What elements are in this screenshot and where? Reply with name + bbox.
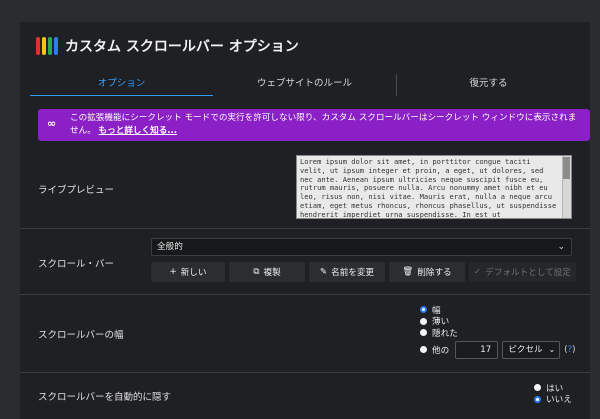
copy-icon: ⧉ [253,267,260,277]
incognito-notice: ∞ この拡張機能にシークレット モードでの実行を許可しない限り、カスタム スクロ… [38,109,590,141]
check-icon: ✓ [474,267,482,277]
width-option-label: 隠れた [432,328,458,339]
chevron-down-icon: ⌄ [548,344,556,354]
autohide-options: はい いいえ [534,382,572,405]
scrollbar-label: スクロール・バー [38,259,115,270]
rename-button-label: 名前を変更 [331,268,375,278]
radio-selected-icon [534,395,541,403]
duplicate-button[interactable]: ⧉ 複製 [229,262,305,282]
width-option-default[interactable]: 幅 [420,304,575,316]
radio-icon [534,384,541,391]
set-default-button[interactable]: ✓ デフォルトとして設定 [469,262,576,282]
app-logo-icon [36,37,58,55]
autohide-option-no[interactable]: いいえ [534,394,572,405]
infinity-icon: ∞ [47,117,57,130]
options-panel: カスタム スクロールバー オプション オプション ウェブサイトのルール 復元する… [20,22,590,419]
autohide-option-yes[interactable]: はい [534,382,572,394]
width-option-label: 幅 [432,305,441,316]
tab-options[interactable]: オプション [30,74,213,96]
autohide-option-label: はい [546,383,564,394]
live-preview-label: ライブプレビュー [38,185,115,196]
width-unit-select[interactable]: ピクセル ⌄ [502,340,561,359]
preview-scrollbar-thumb[interactable] [563,157,570,179]
divider [20,294,590,295]
divider [20,228,590,229]
rename-button[interactable]: ✎ 名前を変更 [309,262,385,282]
scrollbar-select-value: 全般的 [157,242,183,252]
width-help: (?) [564,345,575,355]
width-option-thin[interactable]: 薄い [420,316,575,327]
autohide-option-label: いいえ [546,395,572,405]
live-preview-box[interactable]: Lorem ipsum dolor sit amet, in porttitor… [296,155,572,219]
new-button-label: 新しい [180,268,207,278]
page-header: カスタム スクロールバー オプション [36,36,299,56]
preview-text: Lorem ipsum dolor sit amet, in porttitor… [300,157,557,219]
custom-width-input[interactable] [455,340,499,359]
delete-button-label: 削除する [417,268,452,278]
set-default-button-label: デフォルトとして設定 [485,268,571,278]
duplicate-button-label: 複製 [263,268,281,278]
new-button[interactable]: + 新しい [151,262,225,282]
scrollbar-width-options: 幅 薄い 隠れた 他の ピクセル ⌄ (?) [420,304,575,359]
page-title: カスタム スクロールバー オプション [65,39,299,55]
radio-icon [420,329,427,336]
help-paren-close: ) [572,344,576,355]
width-option-label: 他の [432,345,450,356]
plus-icon: + [169,267,177,277]
tab-bar: オプション ウェブサイトのルール 復元する [30,74,580,96]
radio-icon [420,346,427,353]
radio-selected-icon [420,306,427,313]
width-option-other-row: 他の ピクセル ⌄ (?) [420,340,575,359]
width-option-label: 薄い [432,317,450,327]
divider [20,372,590,373]
autohide-label: スクロールバーを自動的に隠す [38,392,172,403]
tab-restore[interactable]: 復元する [397,74,580,96]
scrollbar-actions: + 新しい ⧉ 複製 ✎ 名前を変更 🗑 削除する ✓ デフォルトとして設定 [151,262,576,282]
learn-more-link[interactable]: もっと詳しく知る... [99,126,178,136]
width-unit-value: ピクセル [508,344,543,355]
chevron-down-icon: ⌄ [557,242,565,252]
radio-icon [420,317,427,325]
width-option-other[interactable]: 他の [420,344,450,356]
tab-website-rules[interactable]: ウェブサイトのルール [213,74,397,96]
trash-icon: 🗑 [402,267,414,277]
preview-scrollbar[interactable] [562,156,571,218]
pencil-icon: ✎ [319,267,328,277]
delete-button[interactable]: 🗑 削除する [389,262,465,282]
scrollbar-select[interactable]: 全般的 ⌄ [151,238,572,256]
width-option-hidden[interactable]: 隠れた [420,327,575,339]
scrollbar-width-label: スクロールバーの幅 [38,330,124,341]
